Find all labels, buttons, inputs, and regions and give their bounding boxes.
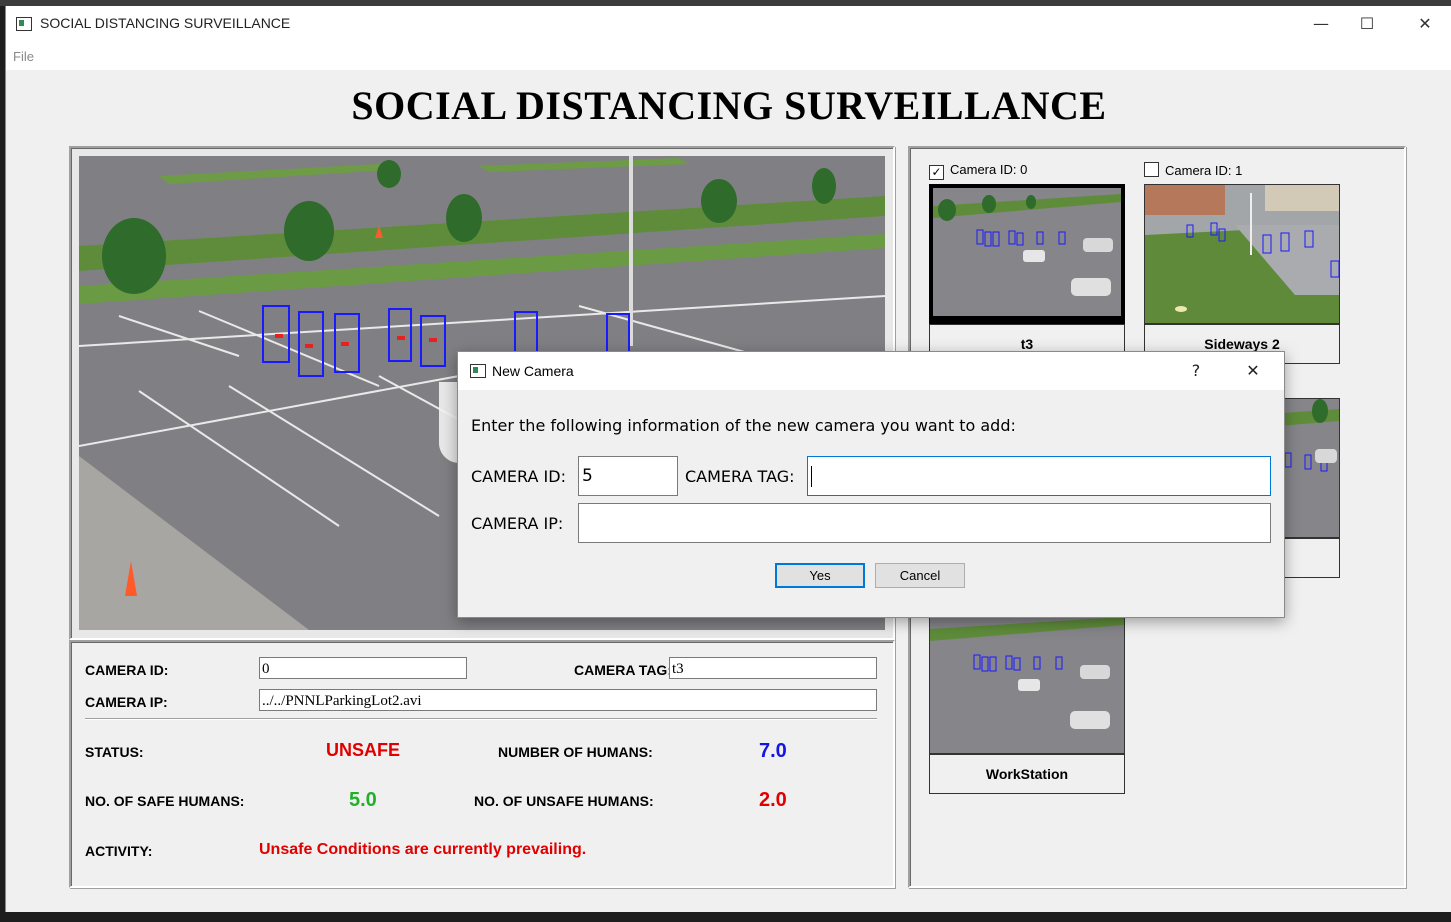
num-humans-value: 7.0 (759, 740, 787, 762)
dialog-camera-id-input[interactable]: 5 (578, 456, 678, 496)
menubar: File (6, 42, 1451, 70)
thumbnail-scene (930, 615, 1124, 753)
unsafe-humans-value: 2.0 (759, 789, 787, 811)
camera-info-panel: CAMERA ID: 0 CAMERA TAG: t3 CAMERA IP: .… (69, 640, 895, 888)
cancel-button[interactable]: Cancel (875, 563, 965, 588)
camera-checkbox-label: Camera ID: 0 (950, 162, 1028, 177)
dialog-camera-id-label: CAMERA ID: (471, 467, 566, 486)
checkbox-unchecked-icon[interactable] (1144, 162, 1159, 177)
camera-id-label: CAMERA ID: (85, 662, 169, 678)
camera-checkbox-0[interactable]: ✓ Camera ID: 0 (929, 162, 1027, 180)
camera-tag-3: WorkStation (929, 754, 1125, 794)
dialog-camera-tag-input[interactable] (807, 456, 1271, 496)
minimize-button[interactable]: — (1298, 10, 1344, 38)
camera-tag-field[interactable]: t3 (669, 657, 877, 679)
new-camera-dialog: New Camera ? ✕ Enter the following infor… (457, 351, 1285, 618)
camera-thumbnail-0[interactable] (929, 184, 1125, 324)
dialog-titlebar[interactable]: New Camera ? ✕ (458, 352, 1284, 390)
unsafe-humans-label: NO. OF UNSAFE HUMANS: (474, 793, 654, 809)
checkbox-checked-icon[interactable]: ✓ (929, 165, 944, 180)
camera-ip-label: CAMERA IP: (85, 694, 168, 710)
close-button[interactable]: ✕ (1402, 10, 1448, 38)
dialog-close-button[interactable]: ✕ (1239, 358, 1267, 384)
camera-id-field[interactable]: 0 (259, 657, 467, 679)
dialog-camera-ip-input[interactable] (578, 503, 1271, 543)
activity-value: Unsafe Conditions are currently prevaili… (259, 841, 587, 858)
camera-tag-label: CAMERA TAG: (574, 662, 672, 678)
page-title: SOCIAL DISTANCING SURVEILLANCE (351, 83, 1107, 128)
num-humans-label: NUMBER OF HUMANS: (498, 744, 653, 760)
dialog-title: New Camera (492, 363, 574, 379)
status-label: STATUS: (85, 744, 144, 760)
activity-label: ACTIVITY: (85, 843, 153, 859)
camera-thumbnail-3[interactable] (929, 614, 1125, 754)
thumbnail-scene (933, 188, 1121, 320)
camera-thumbnail-1[interactable] (1144, 184, 1340, 324)
window-title: SOCIAL DISTANCING SURVEILLANCE (40, 15, 291, 31)
yes-button[interactable]: Yes (775, 563, 865, 588)
status-value: UNSAFE (326, 740, 401, 760)
divider (85, 718, 877, 720)
maximize-button[interactable]: ☐ (1344, 10, 1390, 38)
camera-checkbox-1[interactable]: Camera ID: 1 (1144, 162, 1242, 180)
dialog-camera-ip-label: CAMERA IP: (471, 514, 564, 533)
safe-humans-value: 5.0 (349, 789, 377, 811)
help-button[interactable]: ? (1182, 358, 1210, 384)
background-editor-statusbar (0, 912, 1451, 922)
menu-file[interactable]: File (13, 49, 34, 64)
camera-checkbox-label: Camera ID: 1 (1165, 163, 1243, 178)
camera-ip-field[interactable]: ../../PNNLParkingLot2.avi (259, 689, 877, 711)
dialog-app-icon (470, 364, 486, 378)
safe-humans-label: NO. OF SAFE HUMANS: (85, 793, 245, 809)
window-titlebar[interactable]: SOCIAL DISTANCING SURVEILLANCE — ☐ ✕ (6, 6, 1451, 42)
dialog-prompt: Enter the following information of the n… (471, 416, 1016, 435)
dialog-camera-tag-label: CAMERA TAG: (685, 467, 795, 486)
app-icon (16, 17, 32, 31)
text-caret (811, 466, 812, 487)
thumbnail-scene (1145, 185, 1339, 323)
